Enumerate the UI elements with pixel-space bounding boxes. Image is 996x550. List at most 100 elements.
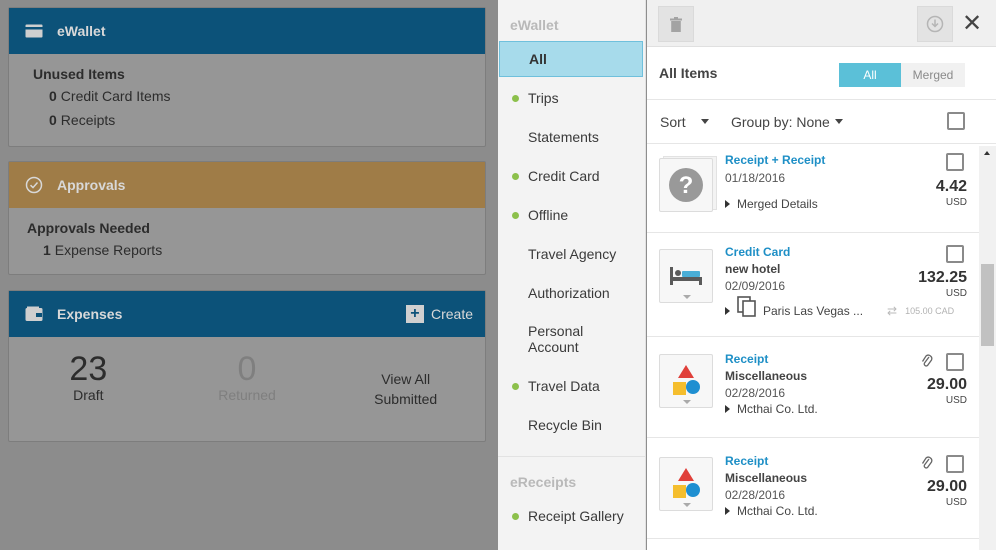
converted-currency: CAD — [935, 306, 955, 316]
unused-credit-card-row[interactable]: 0 Credit Card Items — [33, 88, 485, 104]
nav-item-offline-label: Offline — [528, 207, 569, 223]
nav-item-trips[interactable]: Trips — [499, 88, 643, 108]
ewallet-card-header[interactable]: eWallet — [9, 8, 485, 54]
item-detail-row[interactable]: Mcthai Co. Ltd. — [725, 402, 818, 416]
paperclip-icon — [921, 455, 933, 474]
nav-item-all[interactable]: All — [499, 41, 643, 77]
plus-icon: + — [405, 305, 424, 323]
nav-item-recycle-bin[interactable]: Recycle Bin — [499, 415, 643, 435]
view-all-line1: View All — [381, 371, 431, 387]
close-icon: ✕ — [961, 10, 983, 37]
items-scrollbar[interactable] — [979, 146, 996, 550]
panel-header: All Items All Merged — [647, 47, 996, 100]
receipt-thumbnail[interactable] — [659, 354, 713, 408]
toggle-all-button[interactable]: All — [839, 63, 901, 87]
view-all-submitted-link[interactable]: View All Submitted — [326, 351, 485, 409]
sort-dropdown[interactable]: Sort — [660, 114, 709, 130]
item-detail: Paris Las Vegas ... — [763, 304, 864, 318]
merged-details-toggle[interactable]: Merged Details — [725, 197, 818, 211]
item-type[interactable]: Receipt + Receipt — [725, 153, 825, 167]
view-all-line2: Submitted — [374, 391, 438, 407]
item-checkbox[interactable] — [946, 245, 964, 263]
sort-bar: Sort Group by: None — [647, 100, 996, 144]
returned-stat[interactable]: 0 Returned — [168, 351, 327, 409]
panel-title: All Items — [659, 65, 718, 81]
nav-item-travel-agency[interactable]: Travel Agency — [499, 244, 643, 264]
ewallet-nav: eWallet All Trips Statements Credit Card… — [498, 0, 646, 550]
item-name: Miscellaneous — [725, 471, 808, 485]
copy-icon — [737, 296, 756, 317]
credit-card-thumbnail[interactable] — [659, 249, 713, 303]
list-item[interactable]: Receipt Miscellaneous 02/28/2016 Mcthai … — [647, 337, 979, 438]
list-item[interactable]: ? Receipt + Receipt 01/18/2016 Merged De… — [647, 146, 979, 233]
nav-item-travel-data-label: Travel Data — [528, 378, 600, 394]
item-type[interactable]: Receipt — [725, 454, 768, 468]
unused-receipts-row[interactable]: 0 Receipts — [33, 112, 485, 128]
receipt-thumbnail[interactable]: ? — [659, 158, 713, 212]
item-date: 01/18/2016 — [725, 171, 786, 185]
item-name: new hotel — [725, 262, 781, 276]
nav-item-travel-data[interactable]: Travel Data — [499, 376, 643, 396]
scroll-up-arrow-icon[interactable] — [984, 151, 990, 155]
item-detail-row[interactable]: Mcthai Co. Ltd. — [725, 504, 818, 518]
item-currency: USD — [945, 497, 967, 508]
nav-item-offline[interactable]: Offline — [499, 205, 643, 225]
approvals-count: 1 — [43, 242, 51, 258]
panel-toolbar: ✕ — [647, 0, 996, 47]
close-button[interactable]: ✕ — [961, 11, 983, 37]
select-all-checkbox[interactable] — [947, 112, 965, 130]
nav-item-authorization[interactable]: Authorization — [499, 283, 643, 303]
list-item[interactable]: Receipt Miscellaneous 02/28/2016 Mcthai … — [647, 438, 979, 539]
delete-button[interactable] — [658, 6, 694, 42]
green-dot-icon — [512, 94, 519, 102]
item-checkbox[interactable] — [946, 353, 964, 371]
item-detail-row[interactable]: Paris Las Vegas ... — [725, 296, 863, 318]
draft-stat[interactable]: 23 Draft — [9, 351, 168, 409]
item-date: 02/09/2016 — [725, 279, 786, 293]
hotel-bed-icon — [670, 267, 702, 285]
unused-receipts-label: Receipts — [60, 112, 116, 128]
nav-item-credit-card[interactable]: Credit Card — [499, 166, 643, 186]
unused-credit-card-label: Credit Card Items — [60, 88, 171, 104]
nav-item-personal-account[interactable]: Personal Account — [499, 322, 643, 356]
create-expense-button[interactable]: + Create — [405, 305, 473, 323]
item-detail: Mcthai Co. Ltd. — [737, 402, 818, 416]
caret-right-icon — [725, 307, 730, 315]
caret-down-icon — [834, 119, 843, 124]
approvals-expense-reports-row[interactable]: 1 Expense Reports — [27, 242, 485, 258]
draft-label: Draft — [73, 387, 104, 403]
toggle-merged-button[interactable]: Merged — [901, 63, 965, 87]
item-checkbox[interactable] — [946, 455, 964, 473]
nav-item-credit-card-label: Credit Card — [528, 168, 600, 184]
group-by-dropdown[interactable]: Group by: None — [731, 114, 843, 130]
download-button[interactable] — [917, 6, 953, 42]
item-name: Miscellaneous — [725, 369, 808, 383]
item-type[interactable]: Receipt — [725, 352, 768, 366]
receipt-thumbnail[interactable] — [659, 457, 713, 511]
item-checkbox[interactable] — [946, 153, 964, 171]
green-dot-icon — [512, 512, 519, 520]
nav-item-receipt-gallery[interactable]: Receipt Gallery — [499, 506, 643, 526]
approvals-card-header[interactable]: Approvals — [9, 162, 485, 208]
nav-item-statements-label: Statements — [528, 129, 599, 145]
converted-value: 105.00 — [905, 306, 933, 316]
scroll-thumb[interactable] — [981, 264, 994, 346]
item-date: 02/28/2016 — [725, 386, 786, 400]
nav-divider — [498, 456, 645, 457]
caret-down-icon — [683, 503, 691, 507]
green-dot-icon — [512, 211, 519, 219]
list-item[interactable]: Credit Card new hotel 02/09/2016 Paris L… — [647, 233, 979, 337]
svg-text:?: ? — [679, 172, 694, 199]
approvals-label: Expense Reports — [54, 242, 163, 258]
item-amount: 132.25 — [918, 269, 967, 286]
dashboard-overlay: eWallet Unused Items 0 Credit Card Items … — [0, 0, 498, 550]
caret-right-icon — [725, 507, 730, 515]
caret-right-icon — [725, 405, 730, 413]
green-dot-icon — [512, 382, 519, 390]
nav-item-statements[interactable]: Statements — [499, 127, 643, 147]
nav-item-recycle-bin-label: Recycle Bin — [528, 417, 602, 433]
shapes-icon — [673, 468, 700, 498]
group-by-label: Group by: None — [731, 113, 830, 130]
item-type[interactable]: Credit Card — [725, 245, 790, 259]
approvals-needed-heading: Approvals Needed — [27, 220, 150, 236]
